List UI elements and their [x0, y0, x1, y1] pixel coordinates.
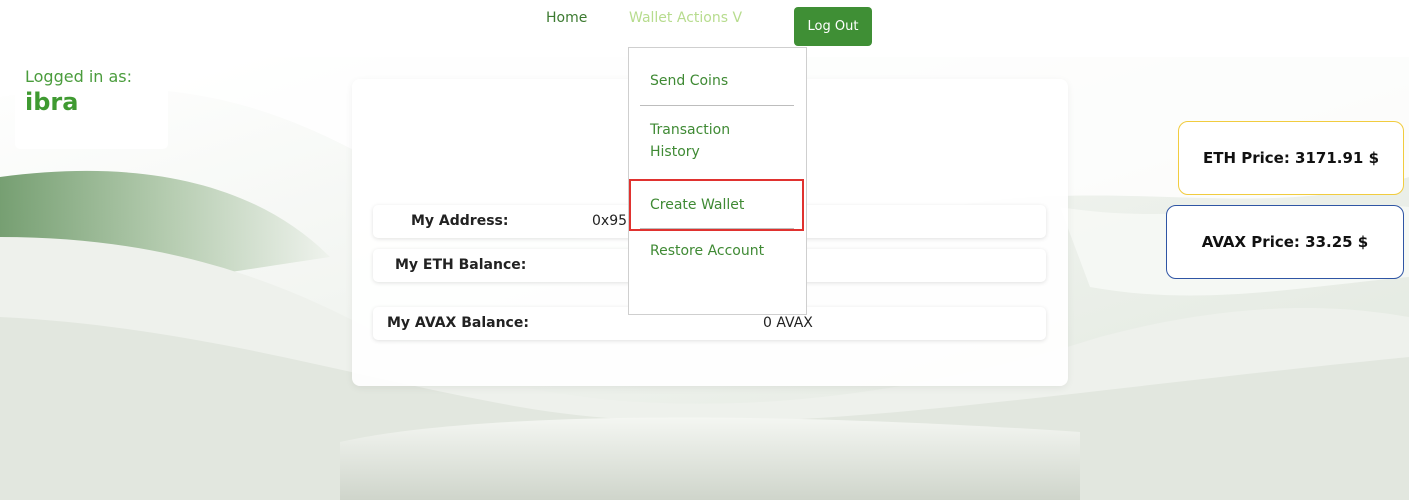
nav-wallet-actions-toggle[interactable]: Wallet Actions V: [629, 10, 742, 26]
logged-in-card: Logged in as: ibra: [15, 57, 168, 149]
avax-balance-value: 0 AVAX: [763, 315, 813, 331]
menu-divider: [640, 228, 794, 229]
eth-price-card: ETH Price: 3171.91 $: [1178, 121, 1404, 195]
logged-in-label: Logged in as:: [25, 67, 133, 86]
nav-home-link[interactable]: Home: [546, 10, 587, 26]
username: ibra: [25, 88, 79, 116]
eth-balance-label: My ETH Balance:: [395, 257, 527, 273]
avax-balance-label: My AVAX Balance:: [387, 315, 529, 331]
logout-button[interactable]: Log Out: [794, 7, 872, 46]
address-label: My Address:: [411, 213, 509, 229]
avax-price-card: AVAX Price: 33.25 $: [1166, 205, 1404, 279]
wallet-actions-dropdown: Send Coins Transaction History Create Wa…: [628, 47, 807, 315]
menu-divider: [640, 105, 794, 106]
menu-item-restore-account[interactable]: Restore Account: [650, 240, 770, 262]
menu-item-transaction-history[interactable]: Transaction History: [650, 119, 770, 163]
menu-item-send-coins[interactable]: Send Coins: [650, 70, 728, 92]
menu-item-create-wallet[interactable]: Create Wallet: [650, 194, 744, 216]
